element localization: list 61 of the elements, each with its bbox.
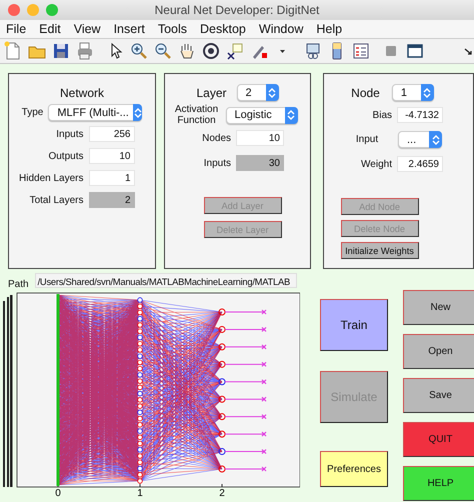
menu-item[interactable]: Edit bbox=[33, 22, 68, 36]
input-dropdown[interactable]: ... bbox=[398, 131, 442, 148]
chevron-icon bbox=[268, 86, 276, 98]
number-field[interactable]: -4.7132 bbox=[397, 107, 443, 123]
field-label: Input bbox=[354, 134, 380, 145]
chevron-icon bbox=[134, 106, 142, 118]
legend-icon[interactable] bbox=[351, 41, 371, 61]
zoom-out-icon[interactable] bbox=[153, 41, 173, 61]
menu-item[interactable]: Insert bbox=[108, 22, 152, 36]
field-label: Weight bbox=[360, 158, 392, 170]
field-label: Path bbox=[8, 279, 29, 290]
menu-item[interactable]: Tools bbox=[152, 22, 194, 36]
panel-title: Node bbox=[351, 86, 380, 100]
file-button[interactable]: New bbox=[403, 290, 474, 325]
field-label: Total Layers bbox=[28, 194, 84, 206]
field-label: Nodes bbox=[201, 132, 231, 144]
field-label: Hidden Layers bbox=[18, 172, 84, 184]
menu-item[interactable]: Window bbox=[252, 22, 310, 36]
number-field: 30 bbox=[236, 155, 284, 171]
number-field[interactable]: 256 bbox=[88, 126, 134, 142]
number-field[interactable]: 1 bbox=[88, 170, 134, 186]
file-button[interactable]: HELP bbox=[403, 466, 474, 501]
panel-title: Layer bbox=[196, 86, 227, 100]
menu-item[interactable]: Help bbox=[310, 22, 350, 36]
menu-item[interactable]: View bbox=[68, 22, 108, 36]
chevron-icon bbox=[423, 86, 432, 98]
path-field[interactable]: /Users/Shared/svn/Manuals/MATLABMachineLearning/MATLAB bbox=[34, 273, 297, 288]
zoom-in-icon[interactable] bbox=[129, 41, 149, 61]
field-label: Bias bbox=[372, 110, 392, 120]
node-button[interactable]: Initialize Weights bbox=[340, 242, 418, 259]
action-button[interactable]: Train bbox=[320, 299, 388, 351]
action-button[interactable]: Preferences bbox=[320, 451, 388, 487]
menu-item[interactable]: Desktop bbox=[194, 22, 253, 36]
field-label: Activation Function bbox=[174, 104, 220, 126]
rotate-icon[interactable] bbox=[201, 41, 221, 61]
axis-tick-label: 2 bbox=[219, 488, 225, 498]
type-dropdown[interactable]: MLFF (Multi-... bbox=[48, 104, 142, 121]
print-icon[interactable] bbox=[75, 41, 95, 61]
file-button[interactable]: Save bbox=[403, 378, 474, 413]
field-label: Inputs bbox=[202, 158, 231, 168]
field-label: Inputs bbox=[55, 128, 84, 140]
node-dropdown[interactable]: 1 bbox=[392, 84, 434, 101]
number-field[interactable]: 10 bbox=[88, 148, 134, 164]
file-button[interactable]: Open bbox=[403, 334, 474, 369]
data-cursor-icon[interactable] bbox=[225, 41, 245, 61]
file-button[interactable]: QUIT bbox=[403, 422, 474, 457]
activation-dropdown[interactable]: Logistic bbox=[226, 106, 298, 124]
menu-item[interactable]: File bbox=[0, 22, 34, 36]
field-label: Outputs bbox=[47, 150, 84, 162]
chevron-icon bbox=[432, 134, 440, 146]
axis-tick-label: 0 bbox=[55, 488, 61, 498]
save-icon[interactable] bbox=[51, 41, 71, 61]
number-field[interactable]: 10 bbox=[236, 130, 284, 146]
number-field[interactable]: 2.4659 bbox=[397, 156, 443, 172]
axis-tick-label: 1 bbox=[137, 488, 143, 498]
number-field: 2 bbox=[88, 192, 134, 208]
field-label: Type bbox=[22, 107, 44, 118]
window-title: Neural Net Developer: DigitNet bbox=[154, 3, 320, 17]
chevron-icon bbox=[287, 109, 295, 121]
layer-dropdown[interactable]: 2 bbox=[236, 84, 279, 101]
panel-title: Network bbox=[60, 86, 104, 100]
